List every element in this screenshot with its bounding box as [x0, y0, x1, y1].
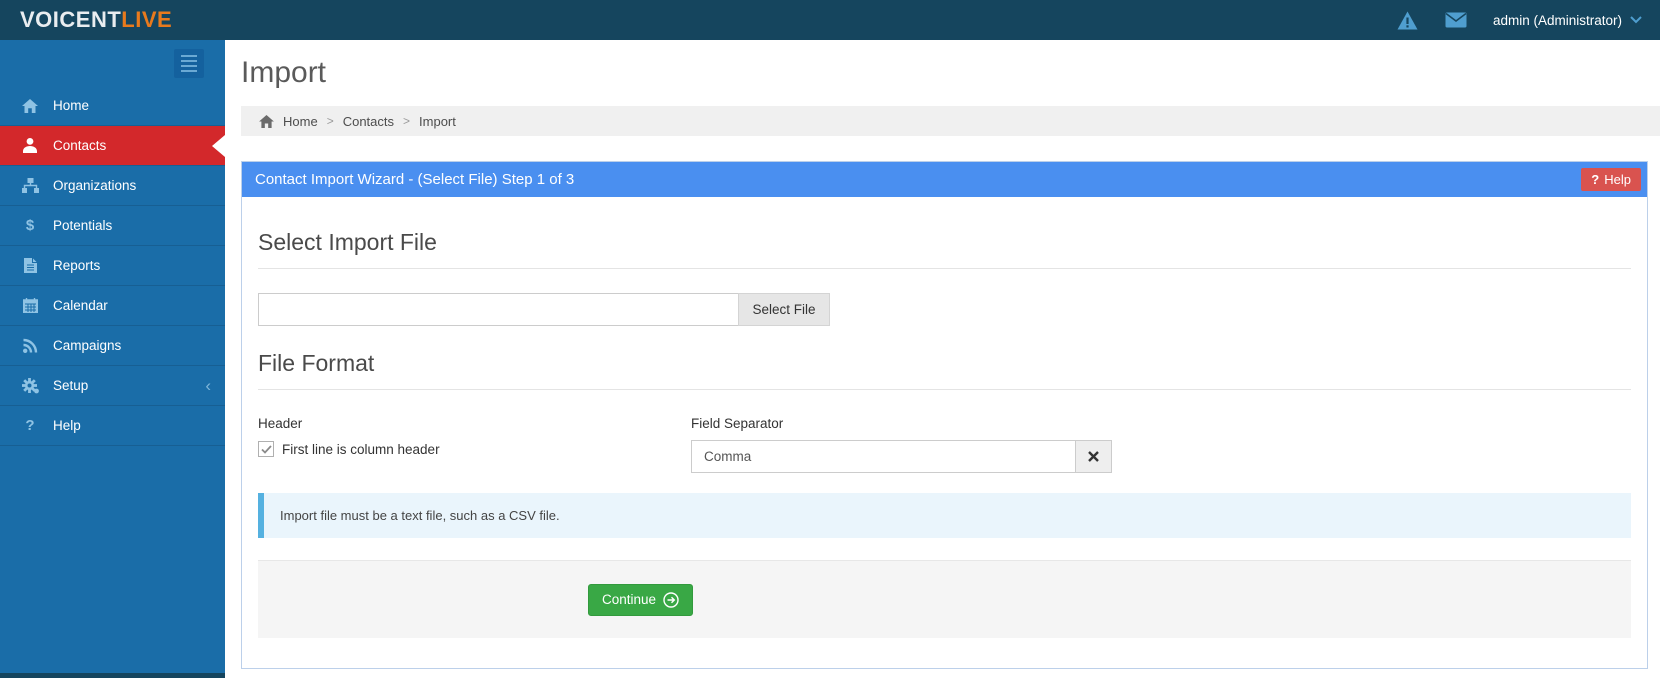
sidebar-item-label: Campaigns: [53, 338, 122, 353]
sidebar-toggle-button[interactable]: [174, 48, 204, 78]
select-import-file-heading: Select Import File: [258, 229, 1631, 269]
page-title: Import: [241, 56, 327, 89]
sidebar-item-setup[interactable]: Setup ‹: [0, 366, 225, 406]
header-checkbox-row[interactable]: First line is column header: [258, 441, 691, 457]
sidebar-item-contacts[interactable]: Contacts: [0, 126, 225, 166]
sidebar: Home Contacts Organizations $ Potentials: [0, 40, 225, 678]
home-icon: [20, 98, 40, 113]
warning-icon[interactable]: [1397, 10, 1419, 30]
sidebar-item-home[interactable]: Home: [0, 86, 225, 126]
sidebar-item-campaigns[interactable]: Campaigns: [0, 326, 225, 366]
panel-footer: Continue: [258, 560, 1631, 638]
rss-icon: [20, 338, 40, 353]
sidebar-item-label: Reports: [53, 258, 101, 273]
help-button[interactable]: ? Help: [1581, 168, 1641, 191]
chevron-left-icon: ‹: [205, 376, 211, 395]
file-format-row: Header First line is column header Field…: [258, 416, 1631, 473]
select-file-button[interactable]: Select File: [738, 293, 830, 326]
sidebar-item-reports[interactable]: Reports: [0, 246, 225, 286]
panel-body: Select Import File Select File File Form…: [242, 197, 1647, 646]
sidebar-footer-strip: [0, 673, 225, 678]
user-menu-label: admin (Administrator): [1492, 12, 1622, 28]
header-checkbox[interactable]: [258, 441, 274, 457]
user-icon: [20, 138, 40, 153]
header-label: Header: [258, 416, 303, 431]
help-button-label: Help: [1604, 172, 1631, 187]
dollar-icon: $: [25, 217, 35, 234]
logo-accent: LIVE: [121, 7, 173, 32]
clear-separator-button[interactable]: [1076, 440, 1112, 473]
sidebar-item-label: Help: [53, 418, 81, 433]
header-checkbox-label: First line is column header: [282, 441, 440, 457]
file-icon: [20, 258, 40, 273]
sidebar-item-calendar[interactable]: Calendar: [0, 286, 225, 326]
breadcrumb-home[interactable]: Home: [283, 114, 318, 129]
top-navbar: VOICENTLIVE admin (Administrator): [0, 0, 1660, 40]
question-icon: ?: [1591, 172, 1600, 187]
active-item-notch: [212, 134, 225, 157]
calendar-icon: [20, 298, 40, 313]
gears-icon: [20, 377, 40, 394]
sidebar-item-label: Calendar: [53, 298, 108, 313]
main-content: Import Home > Contacts > Import Contact …: [225, 40, 1660, 683]
sitemap-icon: [20, 178, 40, 193]
breadcrumb-import: Import: [419, 113, 456, 129]
sidebar-item-organizations[interactable]: Organizations: [0, 166, 225, 206]
sidebar-item-label: Home: [53, 98, 90, 113]
breadcrumb-separator: >: [403, 114, 411, 128]
breadcrumb-separator: >: [326, 114, 334, 128]
breadcrumb: Home > Contacts > Import: [241, 106, 1660, 136]
separator-input-group: [691, 440, 1112, 473]
sidebar-item-potentials[interactable]: $ Potentials: [0, 206, 225, 246]
user-menu[interactable]: admin (Administrator): [1493, 13, 1642, 28]
wizard-title: Contact Import Wizard - (Select File) St…: [255, 171, 575, 188]
import-note-alert: Import file must be a text file, such as…: [258, 493, 1631, 538]
sidebar-item-label: Organizations: [53, 178, 137, 193]
sidebar-item-label: Potentials: [53, 218, 113, 233]
sidebar-item-help[interactable]: ? Help: [0, 406, 225, 446]
import-file-input[interactable]: [258, 293, 738, 326]
app-logo: VOICENTLIVE: [20, 7, 172, 33]
field-separator-label: Field Separator: [691, 416, 784, 431]
breadcrumb-contacts[interactable]: Contacts: [343, 114, 394, 129]
sidebar-item-label: Setup: [53, 378, 89, 393]
continue-button-label: Continue: [602, 592, 657, 607]
field-separator-input[interactable]: [691, 440, 1076, 473]
panel-heading: Contact Import Wizard - (Select File) St…: [242, 162, 1647, 197]
logo-primary: VOICENT: [20, 7, 122, 32]
envelope-icon[interactable]: [1445, 10, 1467, 30]
import-wizard-panel: Contact Import Wizard - (Select File) St…: [241, 161, 1648, 669]
sidebar-item-label: Contacts: [53, 138, 107, 153]
file-format-heading: File Format: [258, 350, 1631, 390]
arrow-circle-right-icon: [663, 591, 679, 608]
x-icon: [1088, 451, 1099, 462]
check-icon: [260, 444, 272, 454]
continue-button[interactable]: Continue: [588, 583, 694, 616]
home-icon: [259, 114, 274, 128]
chevron-down-icon: [1630, 16, 1642, 24]
question-icon: ?: [25, 417, 35, 434]
file-input-group: Select File: [258, 293, 830, 326]
